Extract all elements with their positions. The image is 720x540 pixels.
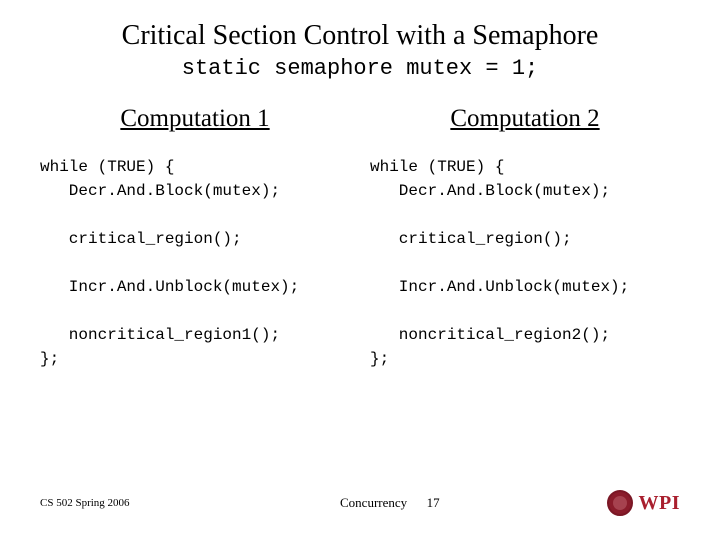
column-1-heading: Computation 1 <box>40 105 350 133</box>
slide-subtitle: static semaphore mutex = 1; <box>40 56 680 81</box>
footer-page-number: 17 <box>427 495 440 510</box>
wpi-seal-icon <box>607 490 633 516</box>
footer-topic-label: Concurrency <box>340 495 407 510</box>
column-1-code: while (TRUE) { Decr.And.Block(mutex); cr… <box>40 155 350 371</box>
column-2: Computation 2 while (TRUE) { Decr.And.Bl… <box>370 105 680 371</box>
column-2-code: while (TRUE) { Decr.And.Block(mutex); cr… <box>370 155 680 371</box>
footer-logo: WPI <box>607 490 681 516</box>
footer-course: CS 502 Spring 2006 <box>40 497 340 509</box>
wpi-text: WPI <box>639 492 681 515</box>
footer: CS 502 Spring 2006 Concurrency 17 WPI <box>0 490 720 516</box>
column-1: Computation 1 while (TRUE) { Decr.And.Bl… <box>40 105 350 371</box>
slide-title: Critical Section Control with a Semaphor… <box>40 20 680 52</box>
columns-container: Computation 1 while (TRUE) { Decr.And.Bl… <box>40 105 680 371</box>
column-2-heading: Computation 2 <box>370 105 680 133</box>
slide: Critical Section Control with a Semaphor… <box>0 0 720 540</box>
footer-topic: Concurrency 17 <box>340 495 440 511</box>
